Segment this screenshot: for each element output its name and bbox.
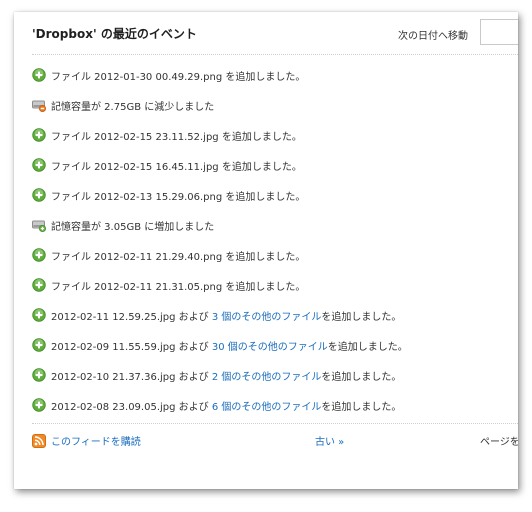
event-text: 2012-02-09 11.55.59.jpg および: [51, 341, 212, 353]
event-text: ファイル 2012-02-15 16.45.11.jpg を追加しました。: [51, 161, 302, 173]
event-text: ファイル 2012-01-30 00.49.29.png を追加しました。: [51, 71, 306, 83]
more-files-link[interactable]: 3 個のその他のファイル: [212, 308, 322, 323]
date-jump-label: 次の日付へ移動: [398, 31, 468, 42]
event-row: 記憶容量が 2.75GB に減少しました: [32, 90, 518, 120]
event-text: を追加しました。: [321, 371, 402, 383]
more-files-link[interactable]: 6 個のその他のファイル: [212, 398, 322, 413]
rss-icon: [32, 433, 46, 448]
event-row: ファイル 2012-02-13 15.29.06.png を追加しました。: [32, 180, 518, 210]
event-text: ファイル 2012-02-13 15.29.06.png を追加しました。: [51, 191, 306, 203]
add-icon: [32, 368, 46, 382]
more-files-link[interactable]: 30 個のその他のファイル: [212, 338, 328, 353]
add-icon: [32, 338, 46, 352]
event-row: 2012-02-11 12.59.25.jpg および 3 個のその他のファイル…: [32, 300, 518, 330]
event-row: 記憶容量が 3.05GB に増加しました: [32, 210, 518, 240]
event-row: 2012-02-10 21.37.36.jpg および 2 個のその他のファイル…: [32, 360, 518, 390]
event-text: を追加しました。: [327, 341, 408, 353]
event-text: を追加しました。: [321, 401, 402, 413]
event-text: ファイル 2012-02-11 21.29.40.png を追加しました。: [51, 251, 306, 263]
subscribe-feed-label[interactable]: このフィードを購読: [51, 433, 141, 448]
subscribe-feed-link[interactable]: このフィードを購読: [32, 433, 141, 448]
event-text: 2012-02-11 12.59.25.jpg および: [51, 311, 212, 323]
event-text: ファイル 2012-02-15 23.11.52.jpg を追加しました。: [51, 131, 302, 143]
add-icon: [32, 128, 46, 142]
event-text: 2012-02-10 21.37.36.jpg および: [51, 371, 212, 383]
event-text: を追加しました。: [321, 311, 402, 323]
event-row: ファイル 2012-02-15 16.45.11.jpg を追加しました。: [32, 150, 518, 180]
event-text: 記憶容量が 2.75GB に減少しました: [51, 101, 215, 113]
event-row: ファイル 2012-02-15 23.11.52.jpg を追加しました。: [32, 120, 518, 150]
recent-events-panel: 'Dropbox' の最近のイベント 次の日付へ移動 ファイル 2012-01-…: [14, 12, 518, 489]
add-icon: [32, 188, 46, 202]
page-title: 'Dropbox' の最近のイベント: [32, 27, 197, 41]
add-icon: [32, 158, 46, 172]
event-text: ファイル 2012-02-11 21.31.05.png を追加しました。: [51, 281, 306, 293]
header-divider: [32, 54, 518, 55]
storage-decrease-icon: [32, 98, 46, 112]
event-text: 記憶容量が 3.05GB に増加しました: [51, 221, 215, 233]
older-link[interactable]: 古い »: [315, 433, 344, 448]
footer-divider: [32, 423, 518, 424]
date-jump-input[interactable]: [480, 19, 518, 45]
add-icon: [32, 248, 46, 262]
event-row: 2012-02-09 11.55.59.jpg および 30 個のその他のファイ…: [32, 330, 518, 360]
add-icon: [32, 398, 46, 412]
event-row: ファイル 2012-01-30 00.49.29.png を追加しました。: [32, 60, 518, 90]
event-text: 2012-02-08 23.09.05.jpg および: [51, 401, 212, 413]
add-icon: [32, 278, 46, 292]
more-files-link[interactable]: 2 個のその他のファイル: [212, 368, 322, 383]
event-row: 2012-02-08 23.09.05.jpg および 6 個のその他のファイル…: [32, 390, 518, 420]
event-row: ファイル 2012-02-11 21.31.05.png を追加しました。: [32, 270, 518, 300]
event-row: ファイル 2012-02-11 21.29.40.png を追加しました。: [32, 240, 518, 270]
page-label: ページを: [480, 437, 518, 448]
add-icon: [32, 68, 46, 82]
add-icon: [32, 308, 46, 322]
storage-increase-icon: [32, 218, 46, 232]
event-list: ファイル 2012-01-30 00.49.29.png を追加しました。 記憶容…: [32, 60, 518, 420]
panel-header: 'Dropbox' の最近のイベント 次の日付へ移動: [14, 12, 518, 54]
